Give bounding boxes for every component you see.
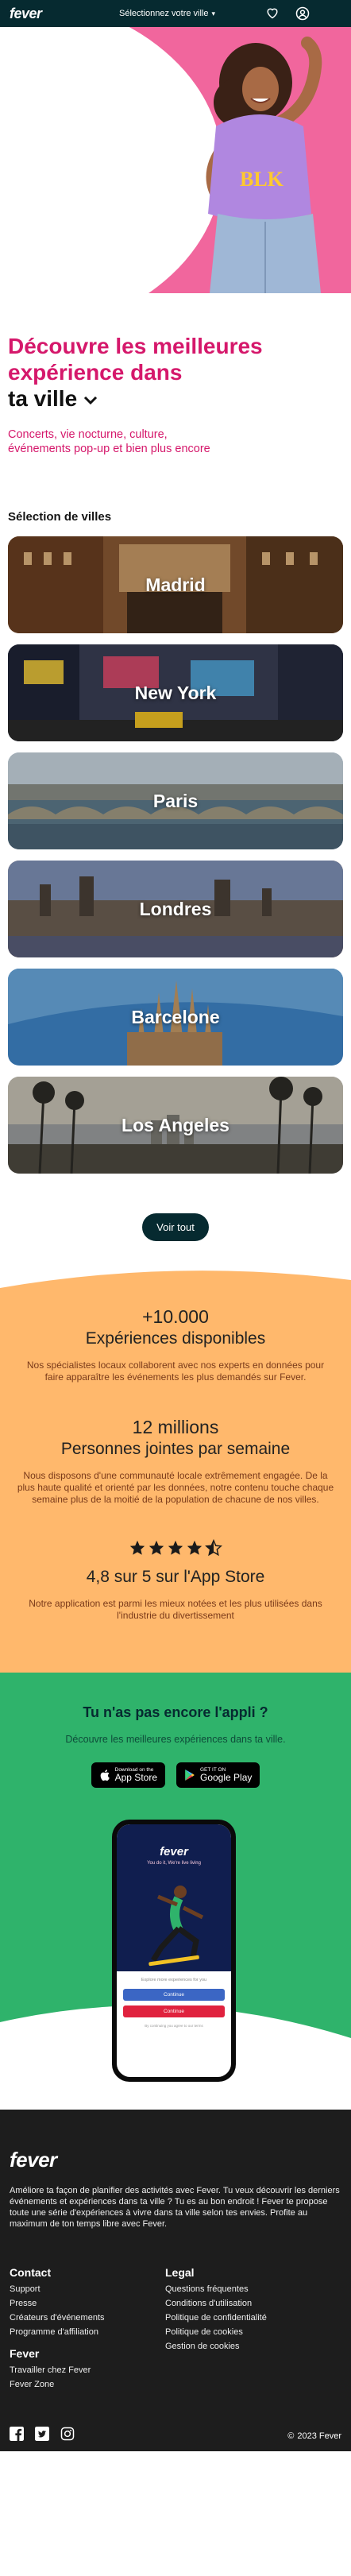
skater-illustration (148, 1886, 204, 1967)
heart-icon[interactable] (265, 6, 280, 21)
footer-link-privacy[interactable]: Politique de confidentialité (165, 2311, 321, 2325)
footer-link-affiliation[interactable]: Programme d'affiliation (10, 2325, 165, 2339)
footer-link-careers[interactable]: Travailler chez Fever (10, 2363, 165, 2377)
footer-description: Améliore ta façon de planifier des activ… (10, 2186, 340, 2229)
facebook-icon[interactable] (10, 2427, 24, 2445)
see-all-button[interactable]: Voir tout (142, 1213, 209, 1241)
phone-legal-text: By continuing you agree to our terms (145, 2024, 203, 2028)
city-selector[interactable]: Sélectionnez votre ville ▾ (119, 9, 257, 18)
city-name: Madrid (145, 574, 206, 595)
user-icon[interactable] (295, 6, 310, 21)
city-name: Paris (152, 790, 199, 811)
copyright: © 2023 Fever (287, 2431, 341, 2441)
star-icon (148, 1540, 164, 1555)
app-promo-subtitle: Découvre les meilleures expériences dans… (65, 1734, 286, 1745)
footer-link-press[interactable]: Presse (10, 2296, 165, 2311)
footer-link-support[interactable]: Support (10, 2282, 165, 2296)
hero-subtitle: Concerts, vie nocturne, culture, événeme… (8, 428, 210, 455)
footer-link-faq[interactable]: Questions fréquentes (165, 2282, 321, 2296)
footer-column-legal: Legal Questions fréquentes Conditions d'… (165, 2266, 321, 2392)
hero-banner: BLK (0, 27, 351, 293)
app-store-big-text: App Store (114, 1772, 157, 1783)
footer-heading-contact: Contact (10, 2266, 52, 2279)
footer-link-terms[interactable]: Conditions d'utilisation (165, 2296, 321, 2311)
star-icon (129, 1540, 145, 1555)
google-play-button[interactable]: GET IT ON Google Play (176, 1762, 260, 1788)
phone-hint: Explore more experiences for you (141, 1978, 207, 1982)
city-card-madrid[interactable]: Madrid (8, 536, 343, 633)
city-list: Madrid New York Paris Londres Barcelone … (0, 536, 351, 1174)
copyright-icon: © (287, 2431, 295, 2441)
city-card-londres[interactable]: Londres (8, 861, 343, 957)
stat-rating: 4,8 sur 5 sur l'App Store Notre applicat… (10, 1539, 341, 1622)
footer-column-contact: Contact Support Presse Créateurs d'événe… (10, 2266, 165, 2392)
twitter-icon[interactable] (35, 2427, 49, 2445)
hero-person-image: BLK (206, 37, 322, 293)
city-card-los-angeles[interactable]: Los Angeles (8, 1077, 343, 1174)
footer-link-fever-zone[interactable]: Fever Zone (10, 2377, 165, 2392)
chevron-down-icon (84, 396, 98, 404)
hero-text-block: Découvre les meilleures expérience dans … (0, 293, 351, 478)
footer-link-cookie-management[interactable]: Gestion de cookies (165, 2339, 321, 2354)
half-star-icon (205, 1539, 222, 1557)
copyright-text: 2023 Fever (297, 2431, 341, 2441)
phone-facebook-button: Continue (123, 1989, 225, 2001)
stat-value: +10.000 (142, 1306, 209, 1327)
shirt-text: BLK (240, 168, 284, 191)
chevron-down-icon: ▾ (211, 9, 216, 17)
instagram-icon[interactable] (60, 2427, 75, 2445)
city-selector-label: Sélectionnez votre ville (119, 9, 209, 18)
stat-description: Nous disposons d'une communauté locale e… (17, 1470, 334, 1505)
hero-city-selector[interactable]: ta ville (8, 385, 343, 412)
phone-mockup: fever You do it, We're live living Explo… (112, 1820, 236, 2082)
stat-experiences: +10.000 Expériences disponibles Nos spéc… (10, 1306, 341, 1383)
footer-heading-fever: Fever (10, 2347, 40, 2360)
stat-value: 12 millions (132, 1417, 219, 1437)
city-name: Londres (139, 898, 212, 919)
city-name: Los Angeles (122, 1114, 230, 1135)
phone-google-button: Continue (123, 2005, 225, 2017)
city-name: Barcelone (131, 1006, 220, 1027)
stat-description: Nos spécialistes locaux collaborent avec… (26, 1360, 325, 1383)
footer: fever Améliore ta façon de planifier des… (0, 2110, 351, 2451)
phone-tagline: You do it, We're live living (147, 1861, 201, 1866)
app-store-button[interactable]: Download on the App Store (91, 1762, 165, 1788)
rating-text: 4,8 sur 5 sur l'App Store (86, 1568, 265, 1586)
stat-people: 12 millions Personnes jointes par semain… (10, 1417, 341, 1506)
fever-logo[interactable]: fever (10, 6, 73, 22)
apple-icon (100, 1770, 110, 1781)
city-name: New York (134, 682, 217, 703)
top-bar: fever Sélectionnez votre ville ▾ (0, 0, 351, 27)
app-promo-section: Tu n'as pas encore l'appli ? Découvre le… (0, 1673, 351, 2110)
footer-link-creators[interactable]: Créateurs d'événements (10, 2311, 165, 2325)
rating-description: Notre application est parmi les mieux no… (29, 1598, 322, 1621)
city-card-paris[interactable]: Paris (8, 752, 343, 849)
wave-divider (0, 1264, 351, 1288)
star-icon (187, 1540, 202, 1555)
phone-logo: fever (160, 1845, 188, 1859)
star-icon (168, 1540, 183, 1555)
app-promo-title: Tu n'as pas encore l'appli ? (83, 1704, 268, 1720)
city-card-new-york[interactable]: New York (8, 644, 343, 741)
footer-link-cookie-policy[interactable]: Politique de cookies (165, 2325, 321, 2339)
google-play-icon (185, 1770, 195, 1781)
hero-title: Découvre les meilleures expérience dans (8, 334, 263, 385)
stat-label: Personnes jointes par semaine (60, 1440, 291, 1458)
google-play-big-text: Google Play (200, 1772, 253, 1783)
city-card-barcelone[interactable]: Barcelone (8, 969, 343, 1066)
cities-heading: Sélection de villes (8, 510, 112, 524)
hero-city-label: ta ville (8, 386, 78, 411)
footer-logo[interactable]: fever (10, 2148, 341, 2172)
footer-heading-legal: Legal (165, 2266, 195, 2279)
stats-section: +10.000 Expériences disponibles Nos spéc… (0, 1264, 351, 1673)
rating-stars (10, 1539, 341, 1557)
stat-label: Expériences disponibles (85, 1329, 266, 1348)
